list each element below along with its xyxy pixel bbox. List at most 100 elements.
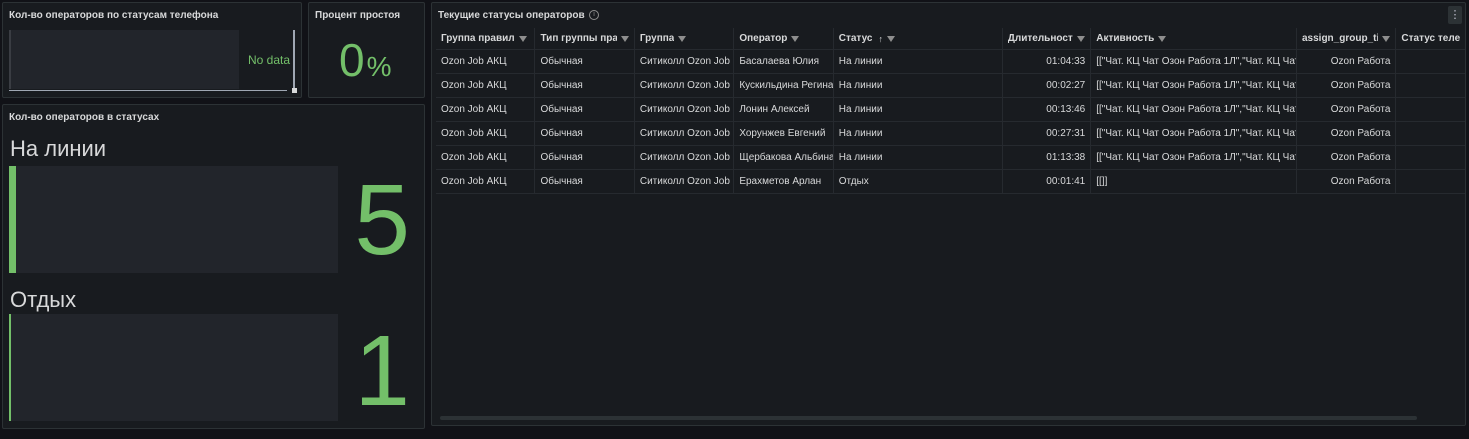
column-header-label: Активность xyxy=(1096,33,1155,44)
table-cell: [["Чат. КЦ Чат Озон Работа 1Л","Чат. КЦ … xyxy=(1091,74,1297,97)
table-cell: Ozon Job АКЦ xyxy=(436,122,536,145)
table-cell: Ситиколл Ozon Job xyxy=(635,170,735,193)
column-header[interactable]: Группа правил xyxy=(436,28,536,49)
table-cell: Ozon Работа xyxy=(1297,98,1397,121)
column-header-label: Группа правил xyxy=(441,33,515,44)
table-cell: Обычная xyxy=(535,146,635,169)
table-cell: На линии xyxy=(834,122,1003,145)
filter-icon[interactable] xyxy=(1382,35,1391,42)
table-cell: Ситиколл Ozon Job xyxy=(635,146,735,169)
table-cell: Ozon Job АКЦ xyxy=(436,146,536,169)
column-header[interactable]: Статус телефона xyxy=(1396,28,1465,49)
table-cell: На линии xyxy=(834,146,1003,169)
table-cell: Ситиколл Ozon Job xyxy=(635,50,735,73)
table-row[interactable]: Ozon Job АКЦ Обычная Ситиколл Ozon Job Куск… xyxy=(436,74,1465,98)
table-cell: [["Чат. КЦ Чат Озон Работа 1Л","Чат. КЦ … xyxy=(1091,98,1297,121)
panel-title: Кол-во операторов по статусам телефона xyxy=(9,10,219,21)
table-header-row: Группа правил Тип группы правил Группа Опер… xyxy=(436,28,1465,50)
column-header[interactable]: Длительность xyxy=(1003,28,1092,49)
filter-icon[interactable] xyxy=(791,35,800,42)
filter-icon[interactable] xyxy=(1158,35,1167,42)
panel-menu-icon[interactable]: ⋮ xyxy=(1448,6,1462,24)
filter-icon[interactable] xyxy=(1077,35,1086,42)
column-header-label: Длительность xyxy=(1007,33,1074,44)
table-cell: Отдых xyxy=(834,170,1003,193)
table-row[interactable]: Ozon Job АКЦ Обычная Ситиколл Ozon Job Лони… xyxy=(436,98,1465,122)
table-cell: Ситиколл Ozon Job xyxy=(635,74,735,97)
table-cell: Обычная xyxy=(535,74,635,97)
table-cell xyxy=(1396,122,1465,145)
table-cell: [["Чат. КЦ Чат Озон Работа 1Л","Чат. КЦ … xyxy=(1091,50,1297,73)
column-header-label: Статус xyxy=(838,33,873,44)
table-cell: Ozon Job АКЦ xyxy=(436,98,536,121)
table-cell: Ozon Работа xyxy=(1297,50,1397,73)
column-header[interactable]: Группа xyxy=(635,28,735,49)
stat-label-online: На линии xyxy=(10,136,107,161)
column-header[interactable]: Статус ↑ xyxy=(834,28,1003,49)
panel-title: Кол-во операторов в статусах xyxy=(9,112,160,123)
table-cell xyxy=(1396,146,1465,169)
no-data-label: No data xyxy=(248,53,291,67)
stat-bar-fill xyxy=(9,166,16,273)
sort-ascending-icon[interactable]: ↑ xyxy=(878,34,883,44)
table-cell: 00:01:41 xyxy=(1003,170,1092,193)
stat-label-rest: Отдых xyxy=(10,287,77,312)
resize-handle[interactable] xyxy=(292,88,297,93)
stat-bar-rest xyxy=(9,314,338,421)
filter-icon[interactable] xyxy=(620,35,629,42)
horizontal-scrollbar[interactable] xyxy=(9,90,287,91)
table-cell: Ozon Job АКЦ xyxy=(436,170,536,193)
table-row[interactable]: Ozon Job АКЦ Обычная Ситиколл Ozon Job Хору… xyxy=(436,122,1465,146)
table-cell: Хорунжев Евгений xyxy=(734,122,834,145)
table-cell: 01:04:33 xyxy=(1003,50,1092,73)
chart-area xyxy=(9,30,239,89)
table-row[interactable]: Ozon Job АКЦ Обычная Ситиколл Ozon Job Ерах… xyxy=(436,170,1465,194)
column-header[interactable]: Активность xyxy=(1091,28,1297,49)
table-cell: 00:13:46 xyxy=(1003,98,1092,121)
stat-bar-fill xyxy=(9,314,11,421)
table-cell: Кускильдина Регина xyxy=(734,74,834,97)
table-cell: 00:02:27 xyxy=(1003,74,1092,97)
filter-icon[interactable] xyxy=(518,35,527,42)
table-cell xyxy=(1396,74,1465,97)
filter-icon[interactable] xyxy=(886,35,895,42)
filter-icon[interactable] xyxy=(678,35,687,42)
stat-bar-online xyxy=(9,166,338,273)
column-header-label: Группа xyxy=(639,33,675,44)
table-row[interactable]: Ozon Job АКЦ Обычная Ситиколл Ozon Job Щерб… xyxy=(436,146,1465,170)
table-cell: 00:27:31 xyxy=(1003,122,1092,145)
idle-percent-panel: Процент простоя 0% xyxy=(308,2,425,98)
column-header-label: Тип группы правил xyxy=(540,33,617,44)
idle-percent-value: 0% xyxy=(339,34,392,86)
table-row[interactable]: Ozon Job АКЦ Обычная Ситиколл Ozon Job Баса… xyxy=(436,50,1465,74)
table-cell: Ozon Работа xyxy=(1297,170,1397,193)
table-cell: Ситиколл Ozon Job xyxy=(635,98,735,121)
table-cell: [["Чат. КЦ Чат Озон Работа 1Л","Чат. КЦ … xyxy=(1091,146,1297,169)
operator-status-table-panel: Текущие статусы операторов i ⋮ Группа пр… xyxy=(431,2,1466,426)
table-cell: Ozon Работа xyxy=(1297,122,1397,145)
horizontal-scrollbar[interactable] xyxy=(440,416,1417,420)
table-cell: Щербакова Альбина xyxy=(734,146,834,169)
column-header-label: Оператор xyxy=(739,33,788,44)
table-cell: Обычная xyxy=(535,98,635,121)
column-header-label: assign_group_ticket xyxy=(1301,33,1378,44)
table-cell: На линии xyxy=(834,74,1003,97)
column-header[interactable]: Тип группы правил xyxy=(535,28,635,49)
column-header[interactable]: Оператор xyxy=(734,28,834,49)
status-table: Группа правил Тип группы правил Группа Опер… xyxy=(436,28,1465,194)
table-cell: На линии xyxy=(834,98,1003,121)
phone-status-panel: Кол-во операторов по статусам телефона N… xyxy=(2,2,302,98)
table-cell: Ерахметов Арлан xyxy=(734,170,834,193)
table-cell: Ситиколл Ozon Job xyxy=(635,122,735,145)
info-icon[interactable]: i xyxy=(589,10,599,20)
table-cell: Обычная xyxy=(535,170,635,193)
panel-title: Текущие статусы операторов xyxy=(438,10,585,21)
table-cell: [["Чат. КЦ Чат Озон Работа 1Л","Чат. КЦ … xyxy=(1091,122,1297,145)
status-counts-panel: Кол-во операторов в статусах На линии 5 … xyxy=(2,104,425,429)
column-header[interactable]: assign_group_ticket xyxy=(1297,28,1397,49)
stat-value-rest: 1 xyxy=(354,315,410,427)
table-cell: 01:13:38 xyxy=(1003,146,1092,169)
table-cell: Ozon Работа xyxy=(1297,74,1397,97)
table-cell: Лонин Алексей xyxy=(734,98,834,121)
vertical-scrollbar[interactable] xyxy=(293,30,295,88)
